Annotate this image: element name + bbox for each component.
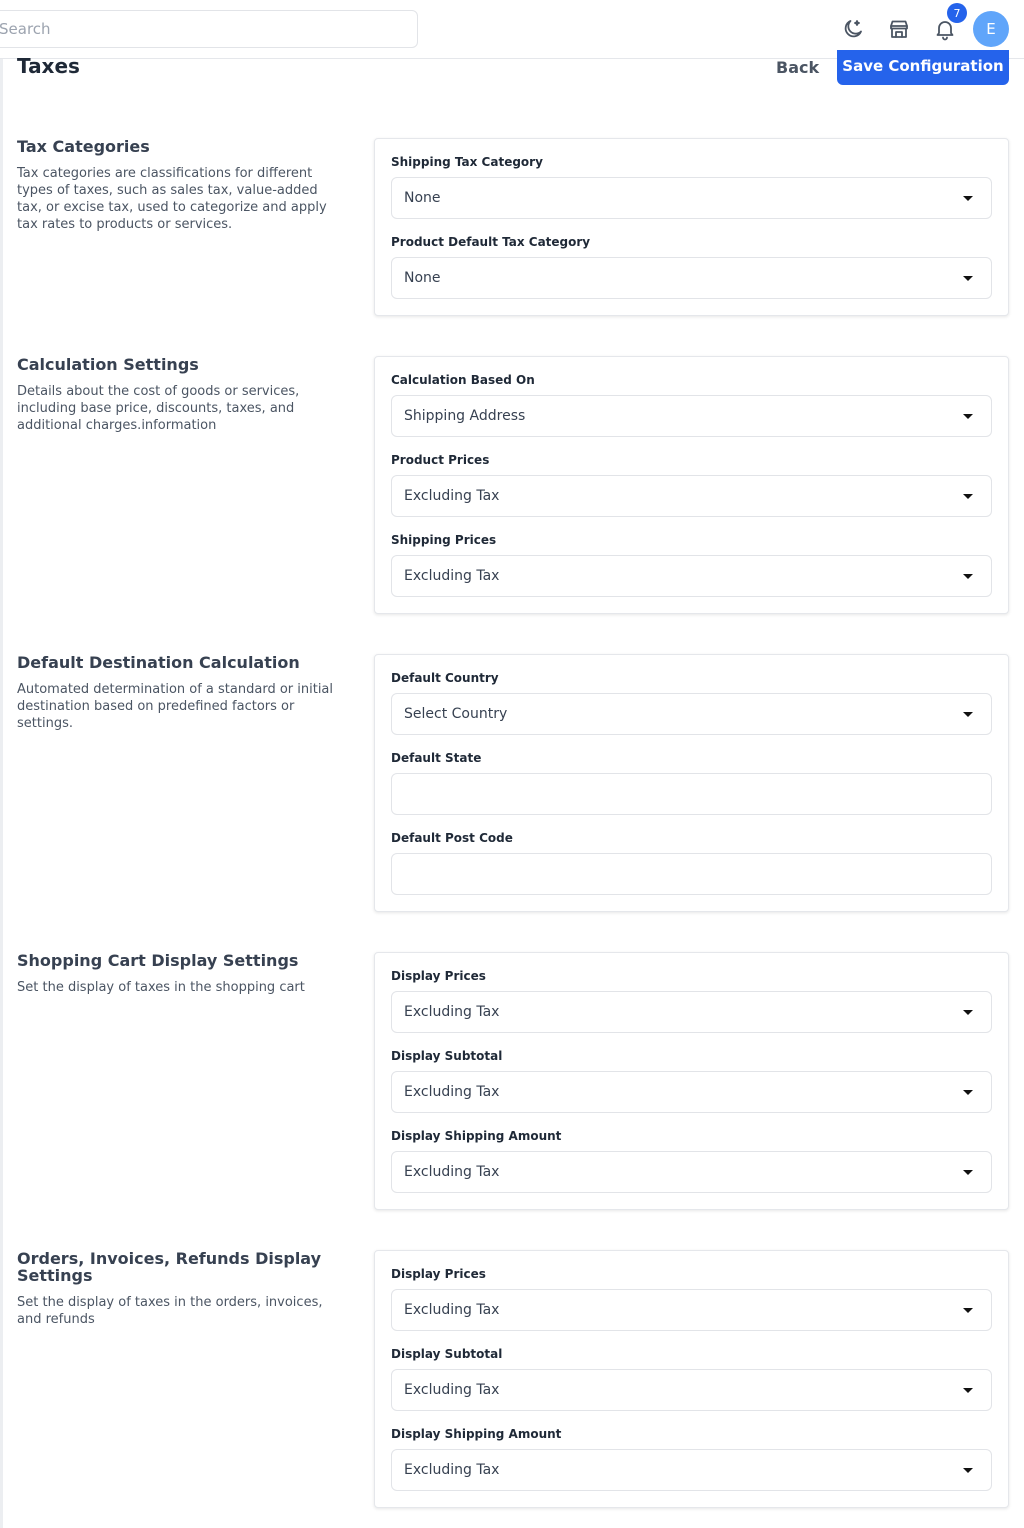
select-value: None bbox=[404, 270, 441, 286]
orders-display-prices-field: Display Prices Excluding Tax bbox=[391, 1267, 992, 1347]
section-description: Automated determination of a standard or… bbox=[17, 682, 334, 731]
default-country-select[interactable]: Select Country bbox=[391, 693, 992, 735]
notification-count-badge: 7 bbox=[947, 3, 967, 23]
dropdown-caret-icon bbox=[963, 1010, 973, 1015]
select-value: Excluding Tax bbox=[404, 1084, 500, 1100]
dropdown-caret-icon bbox=[963, 414, 973, 419]
shipping-prices-select[interactable]: Excluding Tax bbox=[391, 555, 992, 597]
select-value: Shipping Address bbox=[404, 408, 526, 424]
section-shopping-cart-display: Shopping Cart Display Settings Set the d… bbox=[17, 952, 337, 996]
dropdown-caret-icon bbox=[963, 1090, 973, 1095]
dark-mode-icon[interactable] bbox=[840, 16, 866, 42]
section-title: Shopping Cart Display Settings bbox=[17, 951, 299, 970]
select-value: Excluding Tax bbox=[404, 488, 500, 504]
select-value: Excluding Tax bbox=[404, 1302, 500, 1318]
field-label: Shipping Prices bbox=[391, 533, 497, 547]
field-label: Display Prices bbox=[391, 969, 486, 983]
select-value: None bbox=[404, 190, 441, 206]
sidebar-edge bbox=[0, 59, 3, 1528]
shipping-tax-category-select[interactable]: None bbox=[391, 177, 992, 219]
field-label: Default Country bbox=[391, 671, 499, 685]
field-label: Display Shipping Amount bbox=[391, 1129, 562, 1143]
select-value: Select Country bbox=[404, 706, 508, 722]
orders-display-shipping-amount-select[interactable]: Excluding Tax bbox=[391, 1449, 992, 1491]
field-label: Default State bbox=[391, 751, 482, 765]
select-value: Excluding Tax bbox=[404, 1164, 500, 1180]
store-icon[interactable] bbox=[886, 16, 912, 42]
default-country-field: Default Country Select Country bbox=[391, 671, 992, 751]
orders-display-shipping-amount-field: Display Shipping Amount Excluding Tax bbox=[391, 1427, 992, 1507]
default-post-code-input[interactable] bbox=[391, 853, 992, 895]
field-label: Product Prices bbox=[391, 453, 490, 467]
field-label: Shipping Tax Category bbox=[391, 155, 543, 169]
calculation-based-on-field: Calculation Based On Shipping Address bbox=[391, 373, 992, 453]
default-state-input[interactable] bbox=[391, 773, 992, 815]
select-value: Excluding Tax bbox=[404, 1382, 500, 1398]
dropdown-caret-icon bbox=[963, 276, 973, 281]
cart-display-subtotal-field: Display Subtotal Excluding Tax bbox=[391, 1049, 992, 1129]
cart-display-subtotal-select[interactable]: Excluding Tax bbox=[391, 1071, 992, 1113]
product-prices-select[interactable]: Excluding Tax bbox=[391, 475, 992, 517]
tax-categories-card: Shipping Tax Category None Product Defau… bbox=[374, 138, 1009, 316]
field-label: Product Default Tax Category bbox=[391, 235, 591, 249]
dropdown-caret-icon bbox=[963, 574, 973, 579]
back-button[interactable]: Back bbox=[762, 52, 833, 82]
page-title: Taxes bbox=[17, 54, 80, 78]
select-value: Excluding Tax bbox=[404, 1462, 500, 1478]
cart-display-shipping-amount-select[interactable]: Excluding Tax bbox=[391, 1151, 992, 1193]
dropdown-caret-icon bbox=[963, 1308, 973, 1313]
section-default-destination: Default Destination Calculation Automate… bbox=[17, 654, 337, 732]
section-description: Set the display of taxes in the orders, … bbox=[17, 1295, 323, 1327]
orders-display-subtotal-select[interactable]: Excluding Tax bbox=[391, 1369, 992, 1411]
orders-display-prices-select[interactable]: Excluding Tax bbox=[391, 1289, 992, 1331]
dropdown-caret-icon bbox=[963, 1170, 973, 1175]
dropdown-caret-icon bbox=[963, 712, 973, 717]
section-orders-invoices-refunds-display: Orders, Invoices, Refunds Display Settin… bbox=[17, 1250, 337, 1328]
shipping-tax-category-field: Shipping Tax Category None bbox=[391, 155, 992, 235]
orders-display-subtotal-field: Display Subtotal Excluding Tax bbox=[391, 1347, 992, 1427]
field-label: Display Subtotal bbox=[391, 1347, 503, 1361]
dropdown-caret-icon bbox=[963, 1468, 973, 1473]
product-prices-field: Product Prices Excluding Tax bbox=[391, 453, 992, 533]
product-default-tax-category-select[interactable]: None bbox=[391, 257, 992, 299]
dropdown-caret-icon bbox=[963, 196, 973, 201]
select-value: Excluding Tax bbox=[404, 568, 500, 584]
default-state-field: Default State bbox=[391, 751, 992, 831]
section-description: Details about the cost of goods or servi… bbox=[17, 384, 300, 433]
section-calculation-settings: Calculation Settings Details about the c… bbox=[17, 356, 337, 434]
field-label: Calculation Based On bbox=[391, 373, 535, 387]
section-title: Default Destination Calculation bbox=[17, 653, 300, 672]
field-label: Display Prices bbox=[391, 1267, 486, 1281]
default-destination-card: Default Country Select Country Default S… bbox=[374, 654, 1009, 912]
shipping-prices-field: Shipping Prices Excluding Tax bbox=[391, 533, 992, 613]
calculation-based-on-select[interactable]: Shipping Address bbox=[391, 395, 992, 437]
default-post-code-field: Default Post Code bbox=[391, 831, 992, 911]
dropdown-caret-icon bbox=[963, 1388, 973, 1393]
dropdown-caret-icon bbox=[963, 494, 973, 499]
cart-display-prices-select[interactable]: Excluding Tax bbox=[391, 991, 992, 1033]
user-avatar[interactable]: E bbox=[973, 11, 1009, 47]
field-label: Display Shipping Amount bbox=[391, 1427, 562, 1441]
product-default-tax-category-field: Product Default Tax Category None bbox=[391, 235, 992, 315]
section-description: Tax categories are classifications for d… bbox=[17, 166, 327, 232]
calculation-settings-card: Calculation Based On Shipping Address Pr… bbox=[374, 356, 1009, 614]
section-description: Set the display of taxes in the shopping… bbox=[17, 980, 305, 995]
select-value: Excluding Tax bbox=[404, 1004, 500, 1020]
section-title: Tax Categories bbox=[17, 137, 150, 156]
orders-display-card: Display Prices Excluding Tax Display Sub… bbox=[374, 1250, 1009, 1508]
field-label: Display Subtotal bbox=[391, 1049, 503, 1063]
shopping-cart-display-card: Display Prices Excluding Tax Display Sub… bbox=[374, 952, 1009, 1210]
section-title: Orders, Invoices, Refunds Display Settin… bbox=[17, 1249, 322, 1285]
save-configuration-button[interactable]: Save Configuration bbox=[837, 50, 1009, 85]
cart-display-prices-field: Display Prices Excluding Tax bbox=[391, 969, 992, 1049]
section-title: Calculation Settings bbox=[17, 355, 199, 374]
field-label: Default Post Code bbox=[391, 831, 513, 845]
cart-display-shipping-amount-field: Display Shipping Amount Excluding Tax bbox=[391, 1129, 992, 1209]
search-input[interactable] bbox=[0, 10, 418, 48]
section-tax-categories: Tax Categories Tax categories are classi… bbox=[17, 138, 337, 233]
